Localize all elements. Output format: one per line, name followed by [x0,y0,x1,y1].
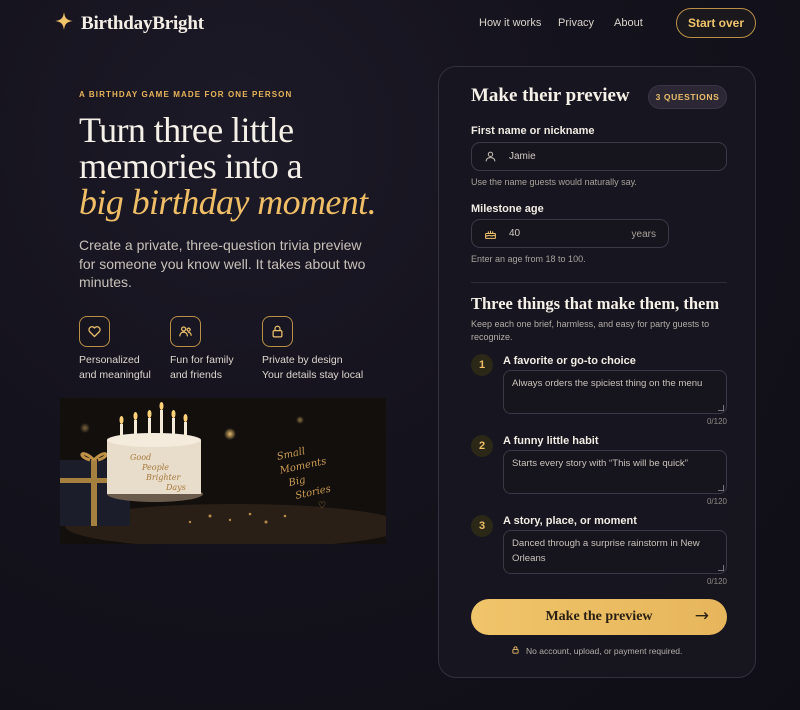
section-divider [471,282,727,283]
svg-text:Days: Days [165,483,186,492]
question-number: 2 [471,435,493,457]
question-label: A funny little habit [503,435,599,447]
char-counter: 0/120 [706,497,727,506]
hero-lede: Create a private, three-question trivia … [79,237,366,290]
question-number: 1 [471,354,493,376]
svg-text:♡: ♡ [318,500,326,510]
feature-line-1: Private by design [262,354,343,366]
svg-text:People: People [141,463,169,472]
privacy-footnote: No account, upload, or payment required. [511,645,682,657]
lock-icon [262,316,293,347]
nav-about[interactable]: About [614,17,643,29]
resize-handle-icon[interactable] [718,405,724,411]
user-icon [472,150,509,163]
section-description: Keep each one brief, harmless, and easy … [471,319,710,342]
headline-line-1: Turn three little [79,110,294,150]
char-counter: 0/120 [706,417,727,426]
age-value: 40 [509,228,521,239]
age-input[interactable]: 40 years [471,219,669,248]
question-value: Starts every story with “This will be qu… [512,458,688,469]
footnote-text: No account, upload, or payment required. [526,646,683,656]
name-input[interactable]: Jamie [471,142,727,171]
question-value: Always orders the spiciest thing on the … [512,378,703,389]
sparkle-icon [55,12,73,35]
form-title: Make their preview [471,85,630,106]
heart-icon [79,316,110,347]
nav-privacy[interactable]: Privacy [558,17,594,29]
resize-handle-icon[interactable] [718,565,724,571]
question-3-textarea[interactable]: Danced through a surprise rainstorm in N… [503,530,727,574]
feature-line-2: Your details stay local [262,369,364,381]
name-hint: Use the name guests would naturally say. [471,177,637,187]
headline-line-2: memories into a [79,146,303,186]
char-counter: 0/120 [706,577,727,586]
question-2-textarea[interactable]: Starts every story with “This will be qu… [503,450,727,494]
age-suffix: years [631,229,656,240]
people-icon [170,316,201,347]
svg-text:Good: Good [130,453,151,462]
name-label: First name or nickname [471,125,595,137]
feature-private: Private by design Your details stay loca… [262,316,372,383]
brand-name: BirthdayBright [81,12,204,34]
site-header: BirthdayBright How it works Privacy Abou… [0,0,800,46]
make-preview-label: Make the preview [545,609,653,624]
questions-badge: 3 QUESTIONS [648,85,727,109]
cake-icon [472,227,509,240]
question-number: 3 [471,515,493,537]
start-over-button[interactable]: Start over [676,8,756,38]
question-1-textarea[interactable]: Always orders the spiciest thing on the … [503,370,727,414]
lock-icon [511,645,520,657]
age-hint: Enter an age from 18 to 100. [471,254,586,264]
svg-text:Brighter: Brighter [145,473,181,482]
brand-logo[interactable]: BirthdayBright [55,12,204,35]
section-title: Three things that make them, them [471,294,720,313]
make-preview-button[interactable]: Make the preview → [471,599,727,635]
headline-accent: big birthday moment. [79,182,377,222]
question-label: A favorite or go-to choice [503,355,636,367]
question-label: A story, place, or moment [503,515,637,527]
name-value: Jamie [509,151,536,162]
hero-headline: Turn three little memories into a big bi… [79,112,419,220]
nav-how-it-works[interactable]: How it works [479,17,541,29]
birthday-cake-image: Good People Brighter Days Small Moments … [60,398,386,544]
question-value: Danced through a surprise rainstorm in N… [512,538,700,564]
resize-handle-icon[interactable] [718,485,724,491]
hero-eyebrow: A BIRTHDAY GAME MADE FOR ONE PERSON [79,90,293,99]
age-label: Milestone age [471,203,544,215]
arrow-right-icon: → [694,606,709,626]
